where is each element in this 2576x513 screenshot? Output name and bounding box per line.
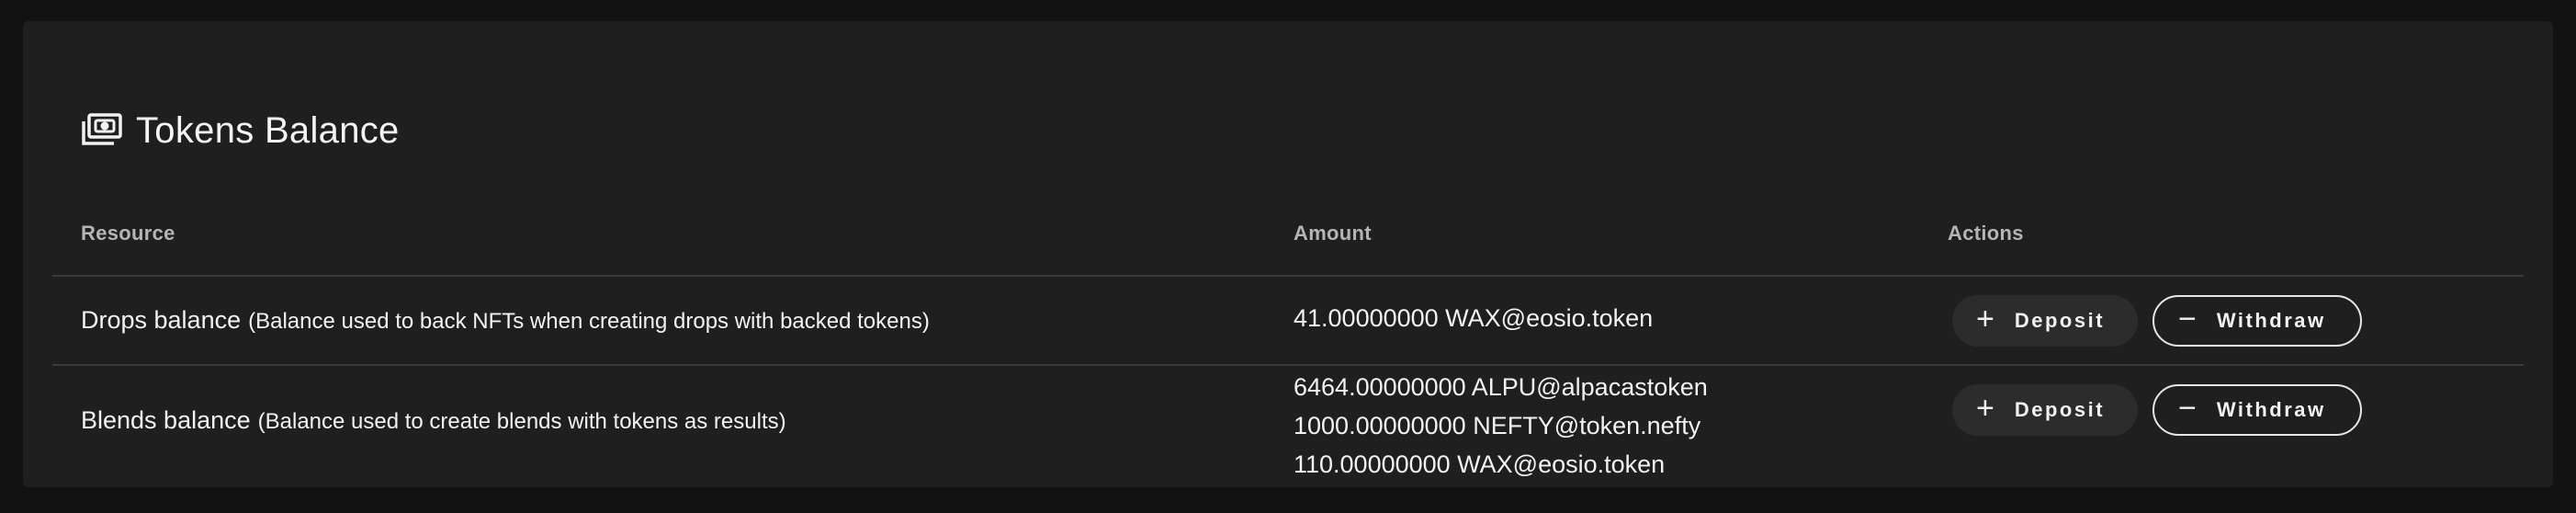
amount-cell: 6464.00000000 ALPU@alpacastoken 1000.000… xyxy=(1294,368,1708,484)
actions-cell: + Deposit − Withdraw xyxy=(1952,295,2362,347)
minus-icon: − xyxy=(2178,391,2197,426)
amount-value: 6464.00000000 ALPU@alpacastoken xyxy=(1294,373,1708,401)
withdraw-label: Withdraw xyxy=(2216,309,2326,332)
table-row: Blends balance (Balance used to create b… xyxy=(52,366,2524,480)
amount-value: 110.00000000 WAX@eosio.token xyxy=(1294,450,1666,478)
resource-name: Drops balance xyxy=(81,306,242,334)
resource-description: (Balance used to create blends with toke… xyxy=(257,409,786,434)
column-header-resource: Resource xyxy=(81,222,175,245)
column-header-amount: Amount xyxy=(1294,222,1372,245)
resource-cell: Drops balance (Balance used to back NFTs… xyxy=(81,306,930,335)
money-icon xyxy=(81,112,123,149)
resource-description: (Balance used to back NFTs when creating… xyxy=(248,309,930,334)
amount-cell: 41.00000000 WAX@eosio.token xyxy=(1294,299,1653,337)
deposit-button[interactable]: + Deposit xyxy=(1952,295,2138,347)
column-header-actions: Actions xyxy=(1948,222,2024,245)
page-title: Tokens Balance xyxy=(136,109,400,151)
deposit-button[interactable]: + Deposit xyxy=(1952,384,2138,436)
table-header: Resource Amount Actions xyxy=(52,196,2524,277)
table-row: Drops balance (Balance used to back NFTs… xyxy=(52,277,2524,366)
amount-value: 1000.00000000 NEFTY@token.nefty xyxy=(1294,412,1701,439)
amount-value: 41.00000000 WAX@eosio.token xyxy=(1294,304,1654,332)
withdraw-button[interactable]: − Withdraw xyxy=(2152,295,2362,347)
withdraw-button[interactable]: − Withdraw xyxy=(2152,384,2362,436)
plus-icon: + xyxy=(1976,391,1994,426)
resource-cell: Blends balance (Balance used to create b… xyxy=(81,406,786,435)
withdraw-label: Withdraw xyxy=(2216,398,2326,421)
plus-icon: + xyxy=(1976,302,1994,336)
deposit-label: Deposit xyxy=(2014,309,2106,332)
deposit-label: Deposit xyxy=(2014,398,2106,421)
actions-cell: + Deposit − Withdraw xyxy=(1952,384,2362,436)
card-header: Tokens Balance xyxy=(81,91,400,170)
tokens-table: Resource Amount Actions Drops balance (B… xyxy=(52,196,2524,480)
resource-name: Blends balance xyxy=(81,406,251,434)
minus-icon: − xyxy=(2178,302,2197,336)
tokens-balance-card: Tokens Balance Resource Amount Actions D… xyxy=(23,21,2553,487)
